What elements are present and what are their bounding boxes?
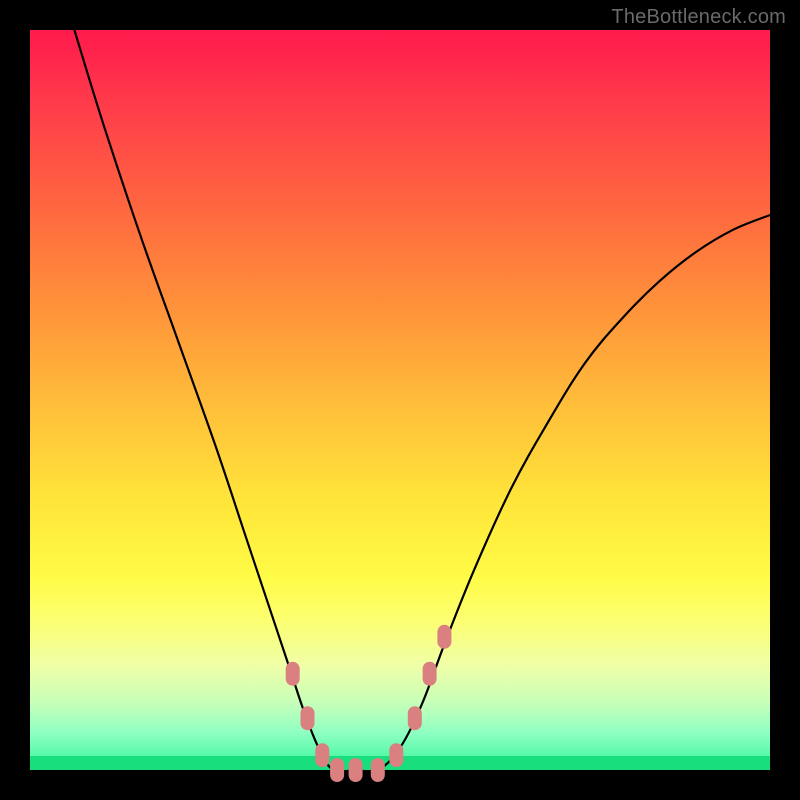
marker-point (330, 758, 344, 782)
marker-point (315, 743, 329, 767)
marker-point (423, 662, 437, 686)
marker-point (286, 662, 300, 686)
marker-point (349, 758, 363, 782)
marker-point (301, 706, 315, 730)
marker-point (408, 706, 422, 730)
plot-area (30, 30, 770, 770)
highlight-markers (286, 625, 452, 782)
marker-point (371, 758, 385, 782)
chart-frame: TheBottleneck.com (0, 0, 800, 800)
curve-svg (30, 30, 770, 770)
marker-point (389, 743, 403, 767)
watermark-text: TheBottleneck.com (611, 6, 786, 29)
marker-point (437, 625, 451, 649)
bottleneck-curve (74, 30, 770, 772)
